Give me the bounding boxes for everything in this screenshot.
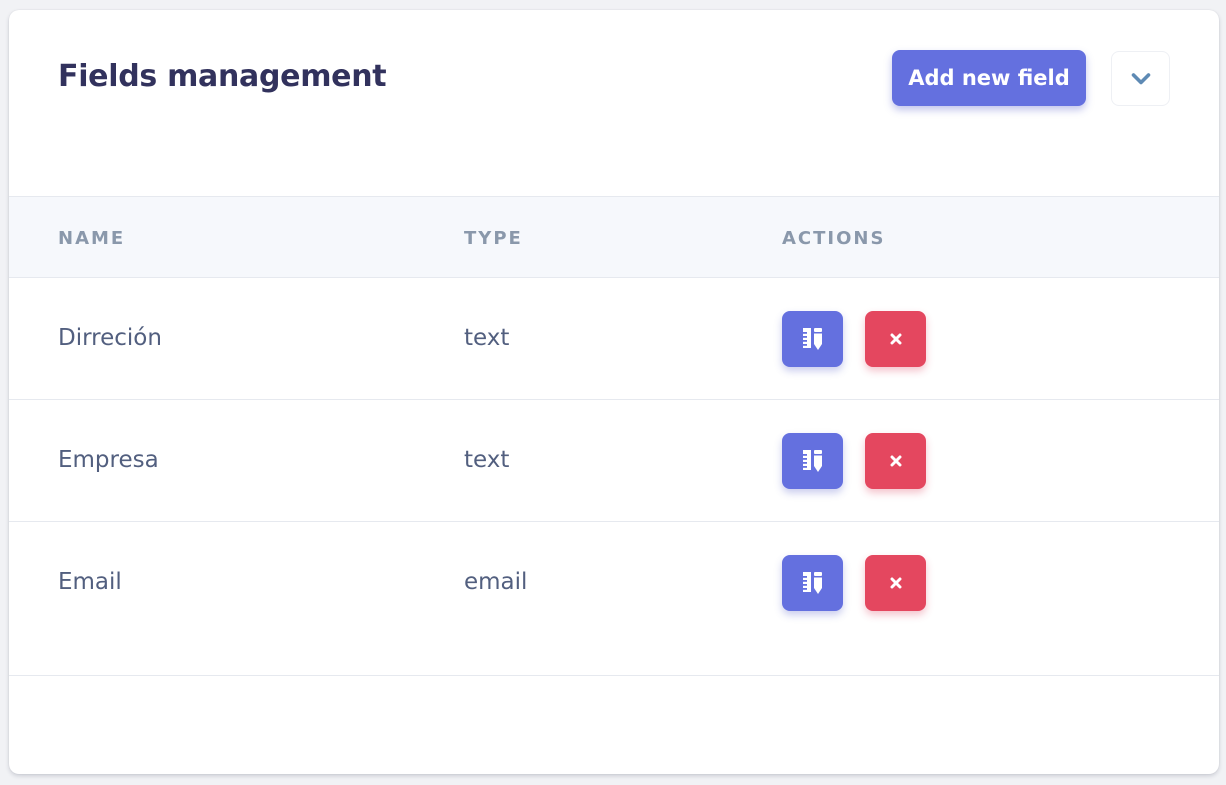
- field-type: text: [464, 447, 510, 473]
- edit-icon: [802, 450, 822, 472]
- fields-management-card: Fields management Add new field NAME TYP…: [9, 10, 1219, 774]
- edit-icon: [802, 572, 822, 594]
- table-header: NAME TYPE ACTIONS: [9, 196, 1219, 278]
- field-type: email: [464, 569, 528, 595]
- field-name: Dirreción: [58, 325, 162, 351]
- add-new-field-button[interactable]: Add new field: [892, 50, 1086, 106]
- field-name: Empresa: [58, 447, 159, 473]
- row-actions: [782, 433, 926, 489]
- table-row: Empresa text: [9, 400, 1219, 522]
- row-actions: [782, 311, 926, 367]
- table-row: Dirreción text: [9, 278, 1219, 400]
- edit-field-button[interactable]: [782, 433, 843, 489]
- field-type: text: [464, 325, 510, 351]
- page-title: Fields management: [58, 59, 387, 94]
- delete-field-button[interactable]: [865, 433, 926, 489]
- edit-icon: [802, 328, 822, 350]
- field-name: Email: [58, 569, 122, 595]
- row-actions: [782, 555, 926, 611]
- collapse-toggle-button[interactable]: [1111, 51, 1170, 106]
- chevron-down-icon: [1131, 72, 1150, 84]
- close-icon: [890, 333, 901, 345]
- column-header-type: TYPE: [464, 228, 523, 249]
- edit-field-button[interactable]: [782, 555, 843, 611]
- card-header: Fields management Add new field: [9, 10, 1219, 196]
- column-header-actions: ACTIONS: [782, 228, 886, 249]
- delete-field-button[interactable]: [865, 311, 926, 367]
- table-row: Email email: [9, 522, 1219, 676]
- delete-field-button[interactable]: [865, 555, 926, 611]
- close-icon: [890, 455, 901, 467]
- close-icon: [890, 577, 901, 589]
- edit-field-button[interactable]: [782, 311, 843, 367]
- column-header-name: NAME: [58, 228, 126, 249]
- fields-table: NAME TYPE ACTIONS Dirreción text Empresa…: [9, 196, 1219, 676]
